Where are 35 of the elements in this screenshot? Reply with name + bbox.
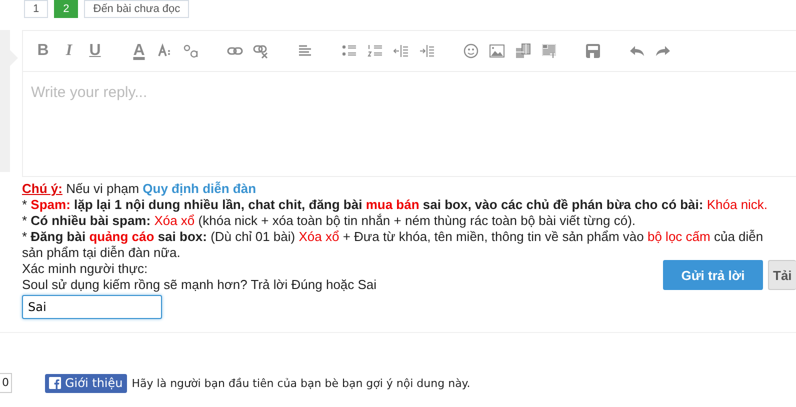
text-color-button[interactable]: A — [131, 42, 147, 60]
facebook-icon — [49, 377, 61, 389]
answer-field[interactable]: Sai — [22, 295, 162, 319]
facebook-recommend-button[interactable]: Giới thiệu — [45, 374, 127, 392]
italic-button[interactable]: I — [61, 42, 77, 60]
underline-button[interactable]: U — [87, 42, 103, 60]
page-link[interactable]: 1 — [24, 0, 48, 18]
reply-field[interactable]: Write your reply... — [23, 72, 639, 113]
media-icon[interactable] — [515, 43, 531, 59]
unlink-icon[interactable] — [253, 43, 269, 59]
rules-link[interactable]: Quy định diễn đàn — [142, 181, 256, 196]
rule-text: * Có nhiều bài spam: Xóa xổ (khóa nick + xóa toàn bộ tin nhắn + ném thùng rác toàn bộ bài viết từng có). — [22, 213, 637, 229]
save-icon[interactable] — [585, 43, 601, 59]
upload-button[interactable]: Tải — [768, 260, 796, 290]
rule-text: sản phẩm tại diễn đàn nữa. — [22, 245, 182, 261]
unread-link[interactable]: Đến bài chưa đọc — [84, 0, 190, 18]
recommend-text: Hãy là người bạn đầu tiên của bạn bè bạn gợi ý nội dung này. — [132, 376, 470, 390]
submit-reply-button[interactable]: Gửi trả lời — [663, 260, 763, 290]
indent-icon[interactable] — [419, 43, 435, 59]
like-count: 0 — [0, 373, 12, 393]
font-size-icon[interactable] — [157, 43, 173, 59]
captcha-label: Xác minh người thực: — [22, 261, 149, 277]
captcha-question: Soul sử dụng kiếm rồng sẽ mạnh hơn? Trả lời Đúng hoặc Sai — [22, 277, 377, 293]
outdent-icon[interactable] — [393, 43, 409, 59]
rule-text: * Đăng bài quảng cáo sai box: (Dù chỉ 01 bài) Xóa xổ + Đưa từ khóa, tên miền, thông tin về sản phẩm vào bộ lọc cấm của diễn — [22, 229, 764, 245]
bold-button[interactable]: B — [35, 42, 51, 60]
numbered-list-icon[interactable] — [367, 43, 383, 59]
rule-text: * Spam: lặp lại 1 nội dung nhiều lần, chat chit, đăng bài mua bán sai box, vào các chủ đề phán bừa cho có bài: Khóa nick. — [22, 197, 769, 213]
font-icon[interactable] — [183, 43, 199, 59]
notice-heading: Chú ý: Nếu vi phạm Quy định diễn đàn — [22, 181, 258, 197]
page-link[interactable]: 2 — [54, 0, 78, 18]
smiley-icon[interactable] — [463, 43, 479, 59]
align-left-icon[interactable] — [297, 43, 313, 59]
image-icon[interactable] — [489, 43, 505, 59]
text-block-icon[interactable] — [541, 43, 557, 59]
